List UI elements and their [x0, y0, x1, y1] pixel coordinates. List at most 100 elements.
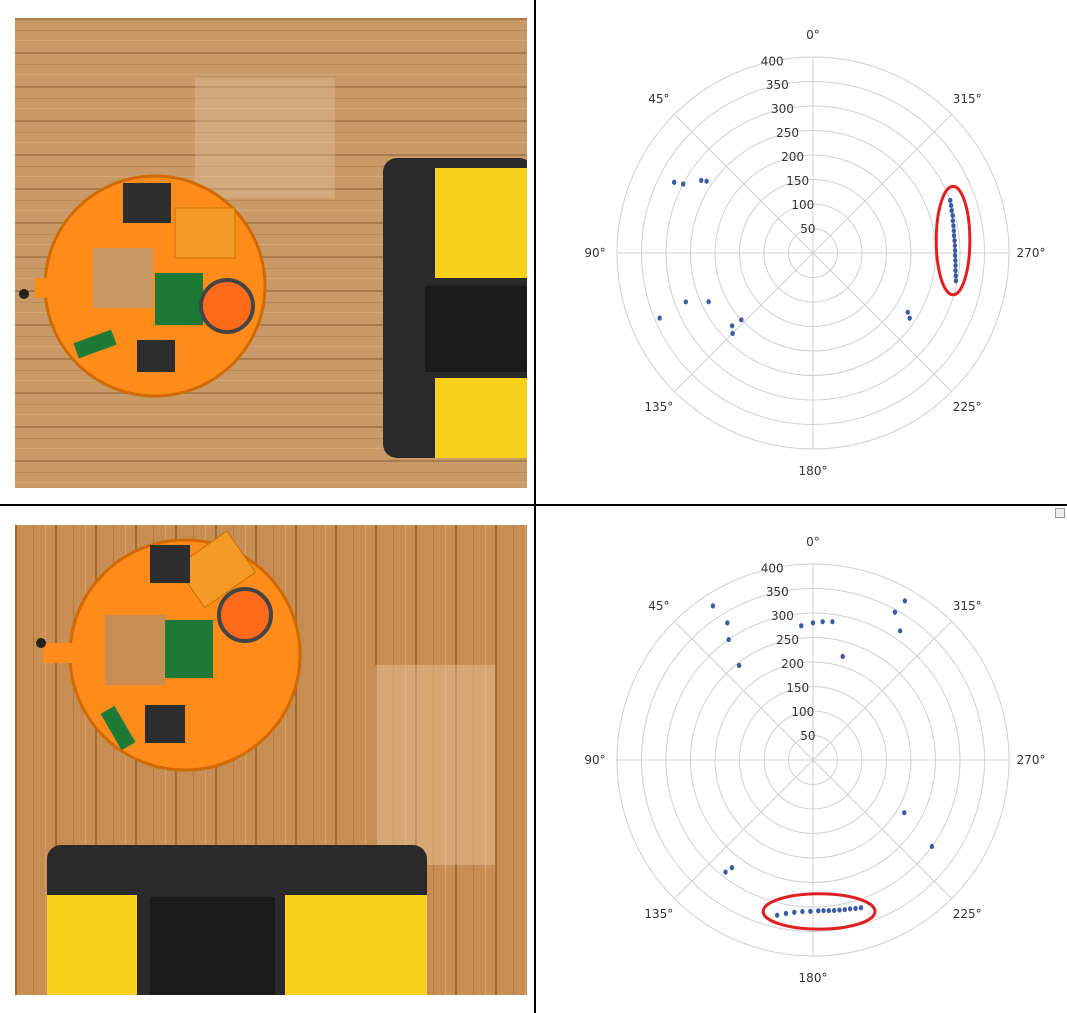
data-point: [799, 623, 804, 629]
data-point: [826, 907, 832, 914]
angle-tick-label: 225°: [953, 400, 982, 414]
angle-tick-label: 270°: [1017, 246, 1046, 260]
data-point: [897, 628, 903, 634]
radial-tick-label: 250: [776, 126, 799, 140]
data-point: [950, 212, 955, 219]
robot-photo-1: [15, 18, 527, 488]
data-point: [902, 810, 907, 816]
data-point: [952, 242, 958, 249]
data-point: [949, 207, 954, 214]
grid-spoke: [812, 759, 952, 899]
radial-tick-label: 150: [786, 174, 809, 188]
data-point: [729, 865, 735, 871]
data-point: [821, 907, 826, 914]
grid-spoke: [812, 114, 952, 254]
radial-tick-label: 200: [781, 150, 804, 164]
radial-tick-label: 400: [761, 561, 784, 575]
data-point: [948, 197, 953, 203]
data-point: [810, 620, 816, 626]
data-point: [699, 177, 704, 184]
angle-tick-label: 225°: [953, 907, 982, 921]
data-point: [725, 620, 730, 626]
angle-tick-label: 45°: [648, 92, 669, 106]
radial-tick-label: 400: [761, 54, 784, 68]
angle-tick-label: 0°: [806, 28, 820, 42]
polar-chart-1: 0° 45° 90° 135° 180° 225° 270° 315° 50 100 150 200 2…: [560, 10, 1065, 495]
data-point: [929, 843, 935, 850]
data-point: [953, 262, 958, 269]
data-point: [853, 905, 858, 911]
data-point: [723, 869, 728, 875]
data-point: [739, 317, 744, 323]
radial-tick-label: 250: [776, 633, 799, 647]
robot-photo-2: [15, 525, 527, 995]
polar-plot-2: 0° 45° 90° 135° 180° 225° 270° 315° 50 100 150 200 2…: [584, 535, 1046, 985]
angle-tick-label: 90°: [584, 246, 605, 260]
data-point: [792, 909, 797, 915]
angle-tick-label: 315°: [953, 92, 982, 106]
angle-tick-label: 45°: [648, 599, 669, 613]
data-point: [657, 315, 662, 321]
data-point: [953, 278, 959, 284]
data-point: [953, 273, 958, 279]
data-point: [736, 662, 742, 668]
data-point: [800, 908, 805, 915]
grid-spoke: [674, 252, 814, 392]
data-point: [950, 218, 956, 224]
data-point: [905, 309, 910, 315]
polar-chart-2: 0° 45° 90° 135° 180° 225° 270° 315° 50 100 150 200 2…: [560, 517, 1065, 1002]
data-point: [808, 908, 813, 914]
data-point: [952, 252, 958, 259]
angle-tick-label: 315°: [953, 599, 982, 613]
data-point: [953, 257, 958, 264]
angle-tick-label: 180°: [799, 464, 828, 478]
radial-tick-label: 350: [766, 78, 789, 92]
data-point: [820, 619, 825, 625]
angle-tick-label: 180°: [799, 971, 828, 985]
data-point: [951, 233, 957, 239]
data-point: [847, 906, 853, 912]
vertical-divider: [534, 0, 536, 1013]
data-point: [952, 238, 957, 244]
data-point: [681, 181, 686, 187]
data-point: [907, 315, 912, 321]
data-point: [953, 267, 958, 274]
data-point: [706, 299, 711, 305]
grid-spoke: [674, 759, 814, 899]
data-point: [774, 912, 780, 918]
data-point: [892, 609, 898, 615]
radial-tick-label: 200: [781, 657, 804, 671]
polar-plot-1: 0° 45° 90° 135° 180° 225° 270° 315° 50 100 150 200 2…: [584, 28, 1046, 478]
angle-tick-label: 135°: [644, 907, 673, 921]
data-point: [858, 905, 864, 911]
angle-tick-label: 90°: [584, 753, 605, 767]
angle-tick-label: 270°: [1017, 753, 1046, 767]
data-point: [729, 323, 735, 329]
data-point: [783, 910, 789, 917]
radial-tick-label: 300: [771, 102, 794, 116]
grid-spoke: [812, 252, 952, 392]
data-point: [683, 299, 689, 305]
radial-tick-label: 150: [786, 681, 809, 695]
data-point: [831, 907, 837, 914]
data-point: [816, 908, 821, 914]
data-point: [951, 223, 956, 229]
angle-tick-label: 135°: [644, 400, 673, 414]
angle-tick-label: 0°: [806, 535, 820, 549]
data-point: [704, 178, 709, 184]
radial-tick-label: 50: [800, 729, 815, 743]
radial-tick-label: 100: [791, 705, 814, 719]
data-point: [948, 202, 954, 209]
data-point: [952, 247, 958, 254]
data-point: [830, 619, 835, 625]
grid-spoke: [812, 621, 952, 761]
radial-tick-label: 50: [800, 222, 815, 236]
data-point: [951, 228, 957, 234]
data-point: [710, 603, 716, 609]
data-point: [842, 906, 847, 913]
radial-tick-label: 350: [766, 585, 789, 599]
data-point: [840, 653, 845, 659]
horizontal-divider: [0, 504, 1067, 506]
data-point: [671, 179, 677, 185]
data-point: [726, 636, 731, 643]
